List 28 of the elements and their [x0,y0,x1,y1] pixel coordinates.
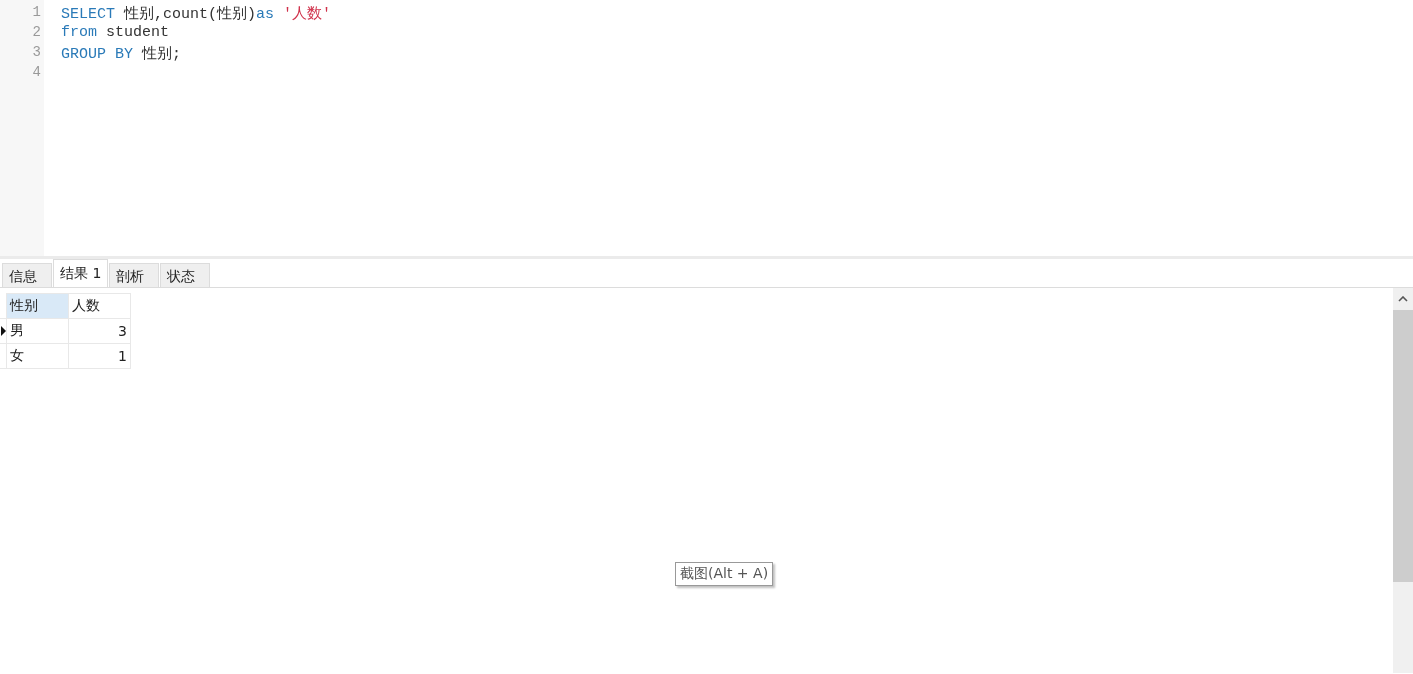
result-tab[interactable]: 状态 [160,263,211,287]
result-tab[interactable]: 结果 1 [53,259,109,287]
code-token: 性别; [140,46,182,63]
code-token: SELECT [61,6,115,23]
column-header[interactable]: 性别 [6,293,69,319]
code-token: '人数' [282,6,332,23]
scrollbar-thumb[interactable] [1393,310,1413,582]
table-cell: 1 [68,343,131,369]
column-header[interactable]: 人数 [68,293,131,319]
chevron-up-icon[interactable] [1398,296,1408,302]
tooltip: 截图(Alt + A) [675,562,774,586]
row-pointer-icon [1,326,6,336]
line-number: 1 [31,4,42,22]
line-number: 2 [31,24,42,42]
line-number: 3 [31,44,42,62]
row-indicator[interactable] [0,318,7,344]
result-tab[interactable]: 信息 [2,263,52,287]
code-token: student [105,24,170,41]
table-cell: 3 [68,318,131,344]
code-token: GROUP BY [61,46,133,63]
code-token: 性别,count(性别) [122,6,257,23]
code-token: from [61,24,97,41]
code-token: as [256,6,275,23]
table-cell: 女 [6,343,69,369]
result-tab[interactable]: 剖析 [109,263,160,287]
scrollbar[interactable] [1393,288,1413,673]
table-cell: 男 [6,318,69,344]
line-number: 4 [31,64,42,82]
